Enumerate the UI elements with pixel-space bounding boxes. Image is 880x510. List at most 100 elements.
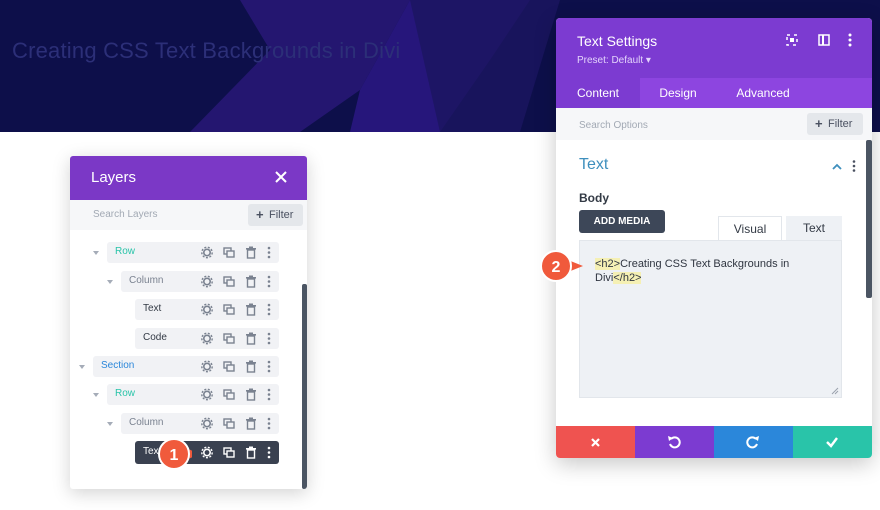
duplicate-icon[interactable] bbox=[222, 302, 236, 317]
code-open-tag: <h2> bbox=[595, 258, 621, 270]
settings-gear-icon[interactable] bbox=[200, 387, 214, 402]
settings-gear-icon[interactable] bbox=[200, 245, 214, 260]
options-search-bar: Search Options + Filter bbox=[556, 108, 872, 140]
resize-grip-icon[interactable] bbox=[831, 387, 839, 395]
save-button[interactable] bbox=[793, 426, 872, 458]
caret-down-icon[interactable] bbox=[92, 249, 100, 257]
caret-down-icon[interactable] bbox=[78, 363, 86, 371]
caret-down-icon[interactable] bbox=[106, 420, 114, 428]
settings-gear-icon[interactable] bbox=[200, 274, 214, 289]
caret-down-icon[interactable] bbox=[106, 278, 114, 286]
more-options-icon[interactable] bbox=[262, 331, 276, 346]
more-options-icon[interactable] bbox=[262, 274, 276, 289]
trash-icon[interactable] bbox=[244, 245, 258, 260]
code-text-line2: Divi bbox=[595, 272, 614, 284]
code-close-tag: </h2> bbox=[613, 272, 642, 284]
settings-gear-icon[interactable] bbox=[200, 359, 214, 374]
more-options-icon[interactable] bbox=[262, 445, 276, 460]
editor-tab-text[interactable]: Text bbox=[786, 216, 842, 240]
layers-scrollbar[interactable] bbox=[302, 284, 307, 489]
layers-search-input[interactable]: Search Layers bbox=[93, 209, 157, 220]
layer-label: Row bbox=[115, 246, 136, 257]
layer-actions bbox=[200, 245, 272, 260]
layer-actions bbox=[200, 359, 272, 374]
section-more-icon[interactable] bbox=[850, 159, 858, 173]
layer-actions bbox=[200, 445, 272, 460]
split-view-icon[interactable] bbox=[816, 32, 832, 48]
options-filter-button[interactable]: + Filter bbox=[807, 113, 863, 135]
close-icon[interactable] bbox=[270, 166, 292, 188]
layer-actions bbox=[200, 416, 272, 431]
add-media-button[interactable]: ADD MEDIA bbox=[579, 210, 665, 233]
tab-content[interactable]: Content bbox=[556, 78, 640, 108]
redo-button[interactable] bbox=[714, 426, 793, 458]
trash-icon[interactable] bbox=[244, 359, 258, 374]
duplicate-icon[interactable] bbox=[222, 359, 236, 374]
hero-title: Creating CSS Text Backgrounds in Divi bbox=[12, 38, 401, 63]
trash-icon[interactable] bbox=[244, 416, 258, 431]
check-icon bbox=[826, 437, 838, 448]
options-search-input[interactable]: Search Options bbox=[579, 120, 648, 131]
settings-tabs: Content Design Advanced bbox=[556, 78, 872, 108]
page: Creating CSS Text Backgrounds in Divi La… bbox=[0, 0, 880, 510]
layers-filter-button[interactable]: + Filter bbox=[248, 204, 303, 226]
tab-design[interactable]: Design bbox=[640, 78, 716, 108]
plus-icon: + bbox=[815, 116, 823, 131]
callout-marker-2: 2 bbox=[540, 250, 583, 282]
plus-icon: + bbox=[256, 207, 264, 222]
filter-label: Filter bbox=[828, 118, 853, 130]
preset-label: Preset: Default bbox=[577, 55, 644, 66]
settings-gear-icon[interactable] bbox=[200, 302, 214, 317]
caret-down-icon[interactable] bbox=[92, 391, 100, 399]
editor-tab-visual[interactable]: Visual bbox=[718, 216, 782, 240]
chevron-up-icon[interactable] bbox=[832, 163, 842, 171]
redo-icon bbox=[746, 436, 759, 449]
settings-gear-icon[interactable] bbox=[200, 331, 214, 346]
trash-icon[interactable] bbox=[244, 387, 258, 402]
tab-advanced[interactable]: Advanced bbox=[716, 78, 810, 108]
text-settings-modal: Text Settings Preset: Default ▾ Content … bbox=[556, 18, 872, 458]
duplicate-icon[interactable] bbox=[222, 445, 236, 460]
body-label: Body bbox=[579, 191, 609, 205]
duplicate-icon[interactable] bbox=[222, 416, 236, 431]
layers-header: Layers bbox=[70, 156, 307, 200]
layer-label: Text bbox=[143, 303, 162, 314]
more-options-icon[interactable] bbox=[262, 359, 276, 374]
settings-title: Text Settings bbox=[577, 33, 658, 49]
settings-gear-icon[interactable] bbox=[200, 445, 214, 460]
cancel-button[interactable] bbox=[556, 426, 635, 458]
more-options-icon[interactable] bbox=[262, 302, 276, 317]
layer-actions bbox=[200, 274, 272, 289]
more-options-icon[interactable] bbox=[262, 416, 276, 431]
close-icon bbox=[591, 438, 600, 447]
duplicate-icon[interactable] bbox=[222, 331, 236, 346]
fullscreen-icon[interactable] bbox=[784, 32, 800, 48]
duplicate-icon[interactable] bbox=[222, 245, 236, 260]
preset-selector[interactable]: Preset: Default ▾ bbox=[577, 55, 651, 66]
trash-icon[interactable] bbox=[244, 274, 258, 289]
layer-label: Section bbox=[101, 360, 135, 371]
layer-label: Column bbox=[129, 275, 164, 286]
duplicate-icon[interactable] bbox=[222, 387, 236, 402]
filter-label: Filter bbox=[269, 209, 294, 221]
more-options-icon[interactable] bbox=[262, 245, 276, 260]
settings-gear-icon[interactable] bbox=[200, 416, 214, 431]
trash-icon[interactable] bbox=[244, 302, 258, 317]
trash-icon[interactable] bbox=[244, 331, 258, 346]
more-options-icon[interactable] bbox=[842, 32, 858, 48]
settings-scrollbar[interactable] bbox=[866, 140, 872, 298]
code-text-line1: Creating CSS Text Backgrounds in bbox=[620, 258, 790, 270]
layer-actions bbox=[200, 302, 272, 317]
more-options-icon[interactable] bbox=[262, 387, 276, 402]
editor-content: <h2>Creating CSS Text Backgrounds in Div… bbox=[595, 257, 835, 285]
section-toggle-text[interactable]: Text bbox=[579, 156, 608, 174]
layer-actions bbox=[200, 387, 272, 402]
callout-number: 2 bbox=[552, 259, 561, 276]
body-text-editor[interactable]: <h2>Creating CSS Text Backgrounds in Div… bbox=[579, 240, 842, 398]
undo-button[interactable] bbox=[635, 426, 714, 458]
layers-title: Layers bbox=[91, 169, 137, 186]
layers-search-bar: Search Layers + Filter bbox=[70, 200, 307, 230]
settings-header: Text Settings Preset: Default ▾ bbox=[556, 18, 872, 78]
duplicate-icon[interactable] bbox=[222, 274, 236, 289]
trash-icon[interactable] bbox=[244, 445, 258, 460]
